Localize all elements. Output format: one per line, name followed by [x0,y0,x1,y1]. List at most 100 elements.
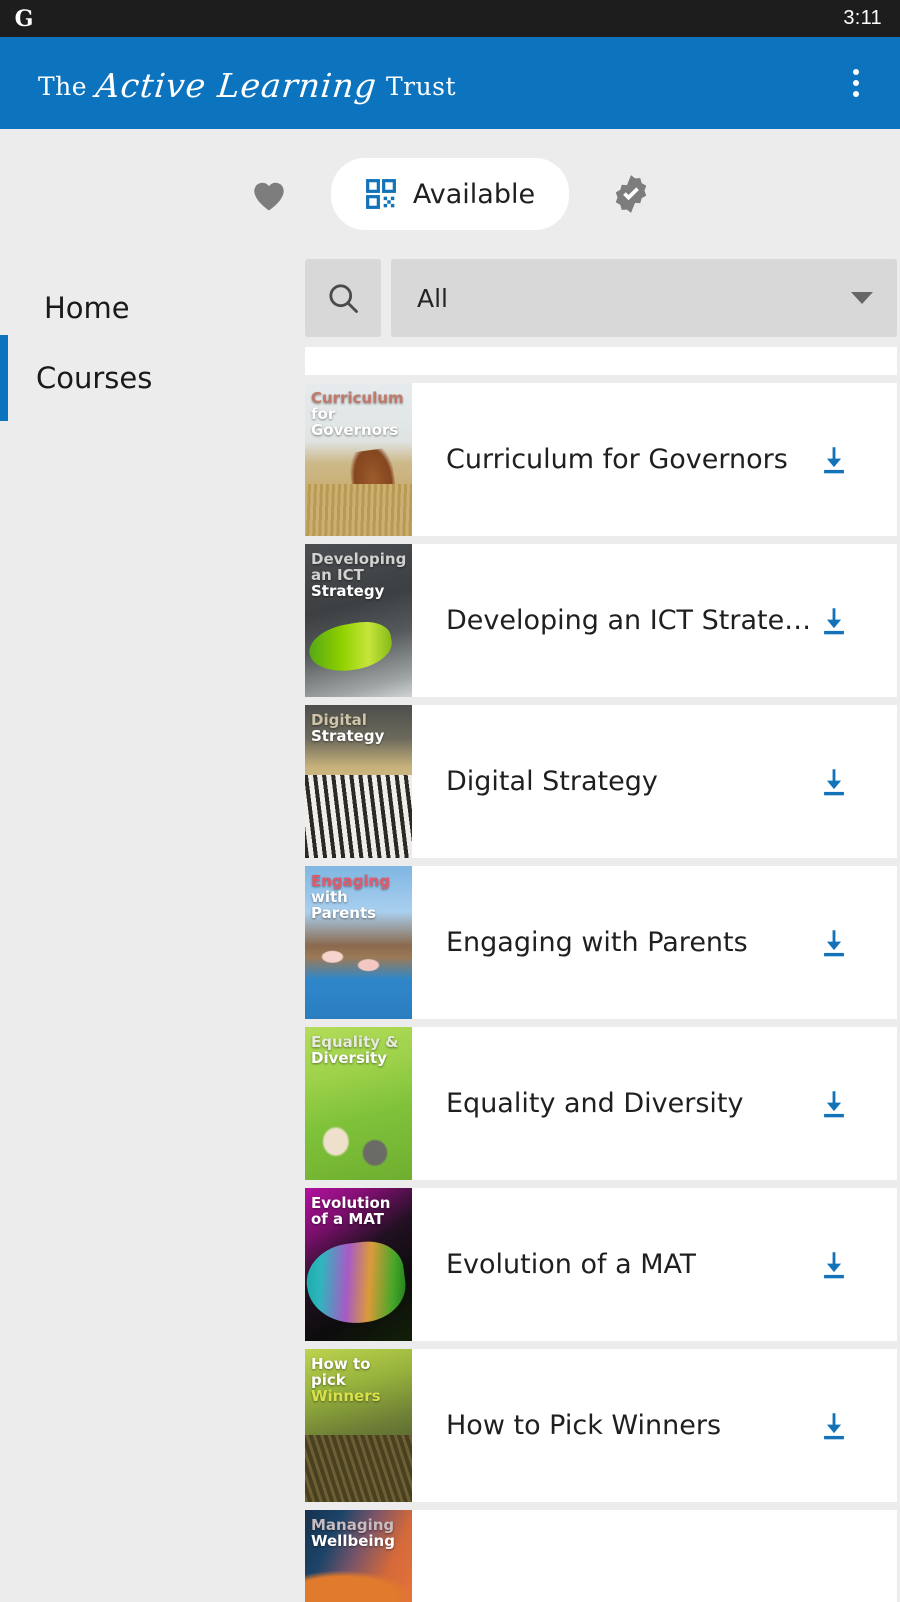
sidebar-item-label: Home [44,291,130,325]
thumbnail-label: Curriculum for Governors [311,390,408,439]
course-title: Engaging with Parents [446,927,748,958]
list-item[interactable]: Curriculum for Governors Curriculum for … [305,383,898,536]
course-list[interactable]: Curriculum for Governors Curriculum for … [305,347,898,1602]
list-item[interactable]: How to pick Winners How to Pick Winners [305,1349,898,1502]
thumbnail-label-line2: for Governors [311,405,399,440]
course-row-body: Curriculum for Governors [412,383,897,536]
list-item[interactable]: Evolution of a MAT Evolution of a MAT [305,1188,898,1341]
download-icon [824,1412,845,1439]
course-row-body: Managing Wellbeing [412,1510,897,1602]
course-row-body: How to Pick Winners [412,1349,897,1502]
kebab-dot [853,69,859,75]
available-tab-label: Available [412,178,536,210]
thumbnail-label-line1: Digital [311,711,367,729]
thumbnail-label: Equality & Diversity [311,1033,408,1068]
search-button[interactable] [305,259,381,337]
thumbnail-label-line2: Strategy [311,727,385,746]
course-title: Developing an ICT Strate… [446,605,812,636]
list-item[interactable]: Developing an ICT Strategy Developing an… [305,544,898,697]
course-thumbnail: Curriculum for Governors [305,383,412,536]
download-icon [824,929,845,956]
sidebar-item-home[interactable]: Home [0,273,305,343]
brand-script: Active Learning [94,65,380,105]
course-thumbnail: Equality & Diversity [305,1027,412,1180]
course-row-body: Evolution of a MAT [412,1188,897,1341]
download-icon [824,768,845,795]
thumbnail-label-line1: Evolution [311,1194,391,1212]
main-column: All Curriculum for Governors Curriculum … [305,259,900,1602]
download-button[interactable] [811,1081,857,1127]
course-title: Curriculum for Governors [446,444,788,475]
app-bar: The Active Learning Trust [0,37,900,129]
completed-tab[interactable] [605,168,657,220]
favourites-tab[interactable] [243,168,295,220]
thumbnail-label-line1: Developing [311,550,407,568]
course-title: Equality and Diversity [446,1088,744,1119]
thumbnail-label: Engaging with Parents [311,873,408,922]
course-thumbnail: Evolution of a MAT [305,1188,412,1341]
search-filter-row: All [305,259,898,337]
kebab-dot [853,91,859,97]
thumbnail-label-line2: Winners [311,1387,381,1406]
verified-badge-icon [615,175,647,213]
google-g-icon: G [14,5,34,32]
thumbnail-label: Evolution of a MAT [311,1194,408,1228]
thumbnail-label-line1: Equality & [311,1033,399,1051]
chevron-down-icon [851,292,874,304]
thumbnail-label: Digital Strategy [311,711,408,746]
kebab-dot [853,80,859,86]
course-row-body: Equality and Diversity [412,1027,897,1180]
list-item[interactable]: Digital Strategy Digital Strategy [305,705,898,858]
course-row-body: Developing an ICT Strate… [412,544,897,697]
list-item[interactable]: Equality & Diversity Equality and Divers… [305,1027,898,1180]
app-brand-title: The Active Learning Trust [38,64,456,105]
list-item[interactable]: Engaging with Parents Engaging with Pare… [305,866,898,1019]
download-button[interactable] [811,1403,857,1449]
download-icon [824,1251,845,1278]
thumbnail-label-line2: with Parents [311,888,377,923]
download-button[interactable] [811,437,857,483]
sidebar-item-label: Courses [36,361,153,395]
status-bar-left: G [12,7,36,31]
course-row-body: Digital Strategy [412,705,897,858]
segmented-filter-bar: Available [0,129,900,259]
thumbnail-label: Managing Wellbeing [311,1516,408,1551]
category-filter-select[interactable]: All [391,259,898,337]
course-thumbnail: How to pick Winners [305,1349,412,1502]
heart-icon [254,182,284,211]
list-item[interactable]: Managing Wellbeing Managing Wellbeing [305,1510,898,1602]
course-thumbnail: Developing an ICT Strategy [305,544,412,697]
download-button[interactable] [811,1242,857,1288]
thumbnail-label-line3: Strategy [311,582,385,601]
available-tab[interactable]: Available [330,158,570,230]
download-button[interactable] [811,1533,857,1579]
thumbnail-label-line1: Engaging [311,872,391,890]
sidebar-nav: Home Courses [0,259,305,1600]
category-filter-value: All [417,283,448,313]
content-area: Home Courses All Curriculum for Governor… [0,259,900,1602]
course-thumbnail: Managing Wellbeing [305,1510,412,1602]
thumbnail-label: How to pick Winners [311,1356,408,1405]
download-button[interactable] [811,920,857,966]
download-button[interactable] [811,759,857,805]
status-bar: G 3:11 [0,0,900,37]
download-icon [824,446,845,473]
course-thumbnail: Digital Strategy [305,705,412,858]
list-item[interactable] [305,347,898,375]
course-thumbnail: Engaging with Parents [305,866,412,1019]
thumbnail-label-line1: Curriculum [311,389,404,407]
thumbnail-label-line2: an ICT [311,566,364,585]
thumbnail-label-line2: Diversity [311,1049,387,1068]
brand-prefix: The [38,71,88,101]
sidebar-item-courses[interactable]: Courses [0,335,305,421]
thumbnail-label-line1: How to pick [311,1355,371,1390]
kebab-menu-icon[interactable] [836,60,876,106]
download-button[interactable] [811,598,857,644]
thumbnail-label-line2: Wellbeing [311,1532,395,1551]
course-row-body: Engaging with Parents [412,866,897,1019]
course-title: How to Pick Winners [446,1410,722,1441]
thumbnail-label: Developing an ICT Strategy [311,551,408,600]
download-icon [824,607,845,634]
course-title: Evolution of a MAT [446,1249,697,1280]
thumbnail-label-line1: Managing [311,1516,395,1534]
